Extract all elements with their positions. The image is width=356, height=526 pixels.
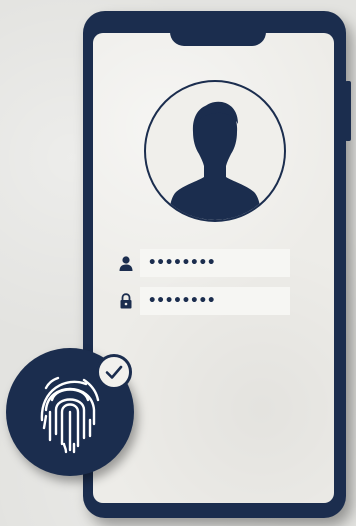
verified-badge [96, 354, 132, 390]
password-field[interactable]: •••••••• [140, 287, 290, 315]
user-icon [119, 256, 133, 271]
username-row: •••••••• [118, 249, 290, 277]
side-button [345, 81, 351, 141]
user-silhouette-icon [170, 101, 260, 220]
user-avatar [144, 80, 286, 222]
username-field[interactable]: •••••••• [140, 249, 290, 277]
password-row: •••••••• [118, 287, 290, 315]
phone-notch [170, 30, 266, 46]
check-icon [105, 365, 123, 379]
lock-icon [120, 293, 132, 309]
